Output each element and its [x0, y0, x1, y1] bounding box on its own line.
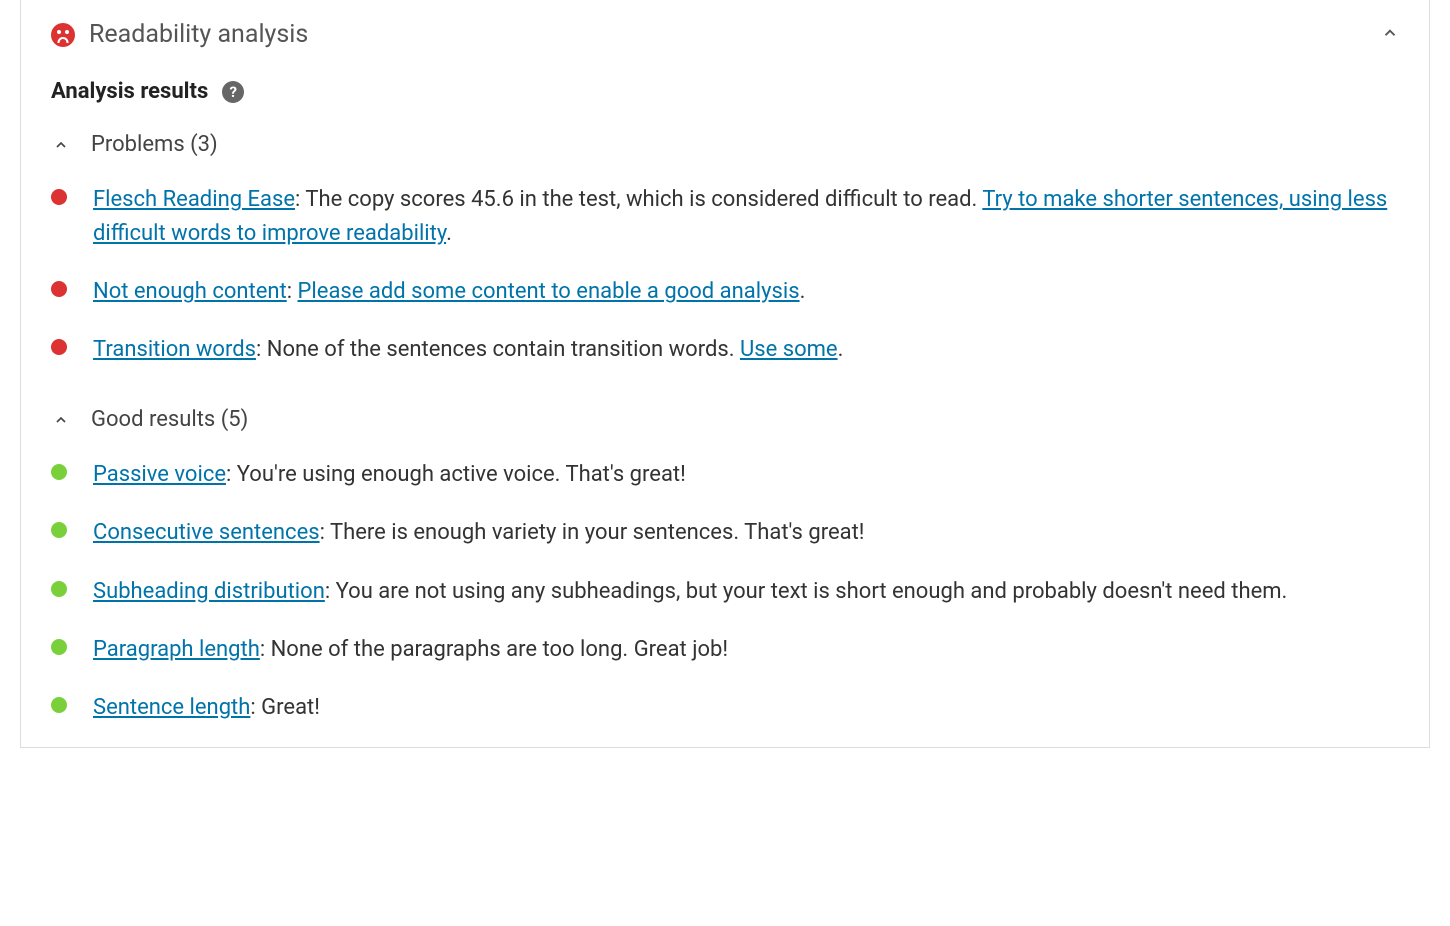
use-some-link[interactable]: Use some — [740, 337, 838, 362]
sentence-length-link[interactable]: Sentence length — [93, 695, 250, 720]
good-results-label: Good results (5) — [91, 407, 248, 432]
bullet-green-icon — [51, 697, 67, 713]
good-results-list: Passive voice: You're using enough activ… — [21, 436, 1429, 746]
item-text: Consecutive sentences: There is enough v… — [93, 516, 864, 550]
problems-list: Flesch Reading Ease: The copy scores 45.… — [21, 161, 1429, 389]
analysis-results-header: Analysis results ? — [21, 61, 1429, 114]
help-icon[interactable]: ? — [222, 81, 244, 103]
consecutive-sentences-link[interactable]: Consecutive sentences — [93, 520, 320, 545]
paragraph-length-link[interactable]: Paragraph length — [93, 637, 260, 662]
item-text: Not enough content: Please add some cont… — [93, 275, 805, 309]
panel-header[interactable]: Readability analysis — [21, 0, 1429, 61]
item-text: Passive voice: You're using enough activ… — [93, 458, 686, 492]
chevron-up-icon[interactable] — [51, 410, 71, 430]
bullet-red-icon — [51, 339, 67, 355]
bullet-green-icon — [51, 639, 67, 655]
list-item: Sentence length: Great! — [51, 679, 1399, 737]
list-item: Not enough content: Please add some cont… — [51, 263, 1399, 321]
item-text: Paragraph length: None of the paragraphs… — [93, 633, 728, 667]
list-item: Transition words: None of the sentences … — [51, 321, 1399, 379]
sad-face-icon — [51, 23, 75, 47]
bullet-green-icon — [51, 581, 67, 597]
passive-voice-link[interactable]: Passive voice — [93, 462, 226, 487]
add-content-link[interactable]: Please add some content to enable a good… — [298, 279, 800, 304]
list-item: Consecutive sentences: There is enough v… — [51, 504, 1399, 562]
problems-label: Problems (3) — [91, 132, 218, 157]
panel-title: Readability analysis — [89, 20, 308, 49]
chevron-up-icon[interactable] — [51, 135, 71, 155]
subheading-distribution-link[interactable]: Subheading distribution — [93, 579, 325, 604]
problems-section-header[interactable]: Problems (3) — [21, 114, 1429, 161]
not-enough-content-link[interactable]: Not enough content — [93, 279, 287, 304]
subheader-title: Analysis results — [51, 79, 208, 104]
bullet-green-icon — [51, 522, 67, 538]
list-item: Paragraph length: None of the paragraphs… — [51, 621, 1399, 679]
list-item: Passive voice: You're using enough activ… — [51, 446, 1399, 504]
item-text: Flesch Reading Ease: The copy scores 45.… — [93, 183, 1399, 251]
flesch-reading-ease-link[interactable]: Flesch Reading Ease — [93, 187, 295, 212]
good-results-section-header[interactable]: Good results (5) — [21, 389, 1429, 436]
bullet-green-icon — [51, 464, 67, 480]
item-text: Transition words: None of the sentences … — [93, 333, 843, 367]
list-item: Subheading distribution: You are not usi… — [51, 563, 1399, 621]
bullet-red-icon — [51, 281, 67, 297]
list-item: Flesch Reading Ease: The copy scores 45.… — [51, 171, 1399, 263]
readability-panel: Readability analysis Analysis results ? … — [20, 0, 1430, 748]
item-text: Subheading distribution: You are not usi… — [93, 575, 1287, 609]
transition-words-link[interactable]: Transition words — [93, 337, 256, 362]
item-text: Sentence length: Great! — [93, 691, 320, 725]
chevron-up-icon[interactable] — [1381, 24, 1399, 42]
bullet-red-icon — [51, 189, 67, 205]
